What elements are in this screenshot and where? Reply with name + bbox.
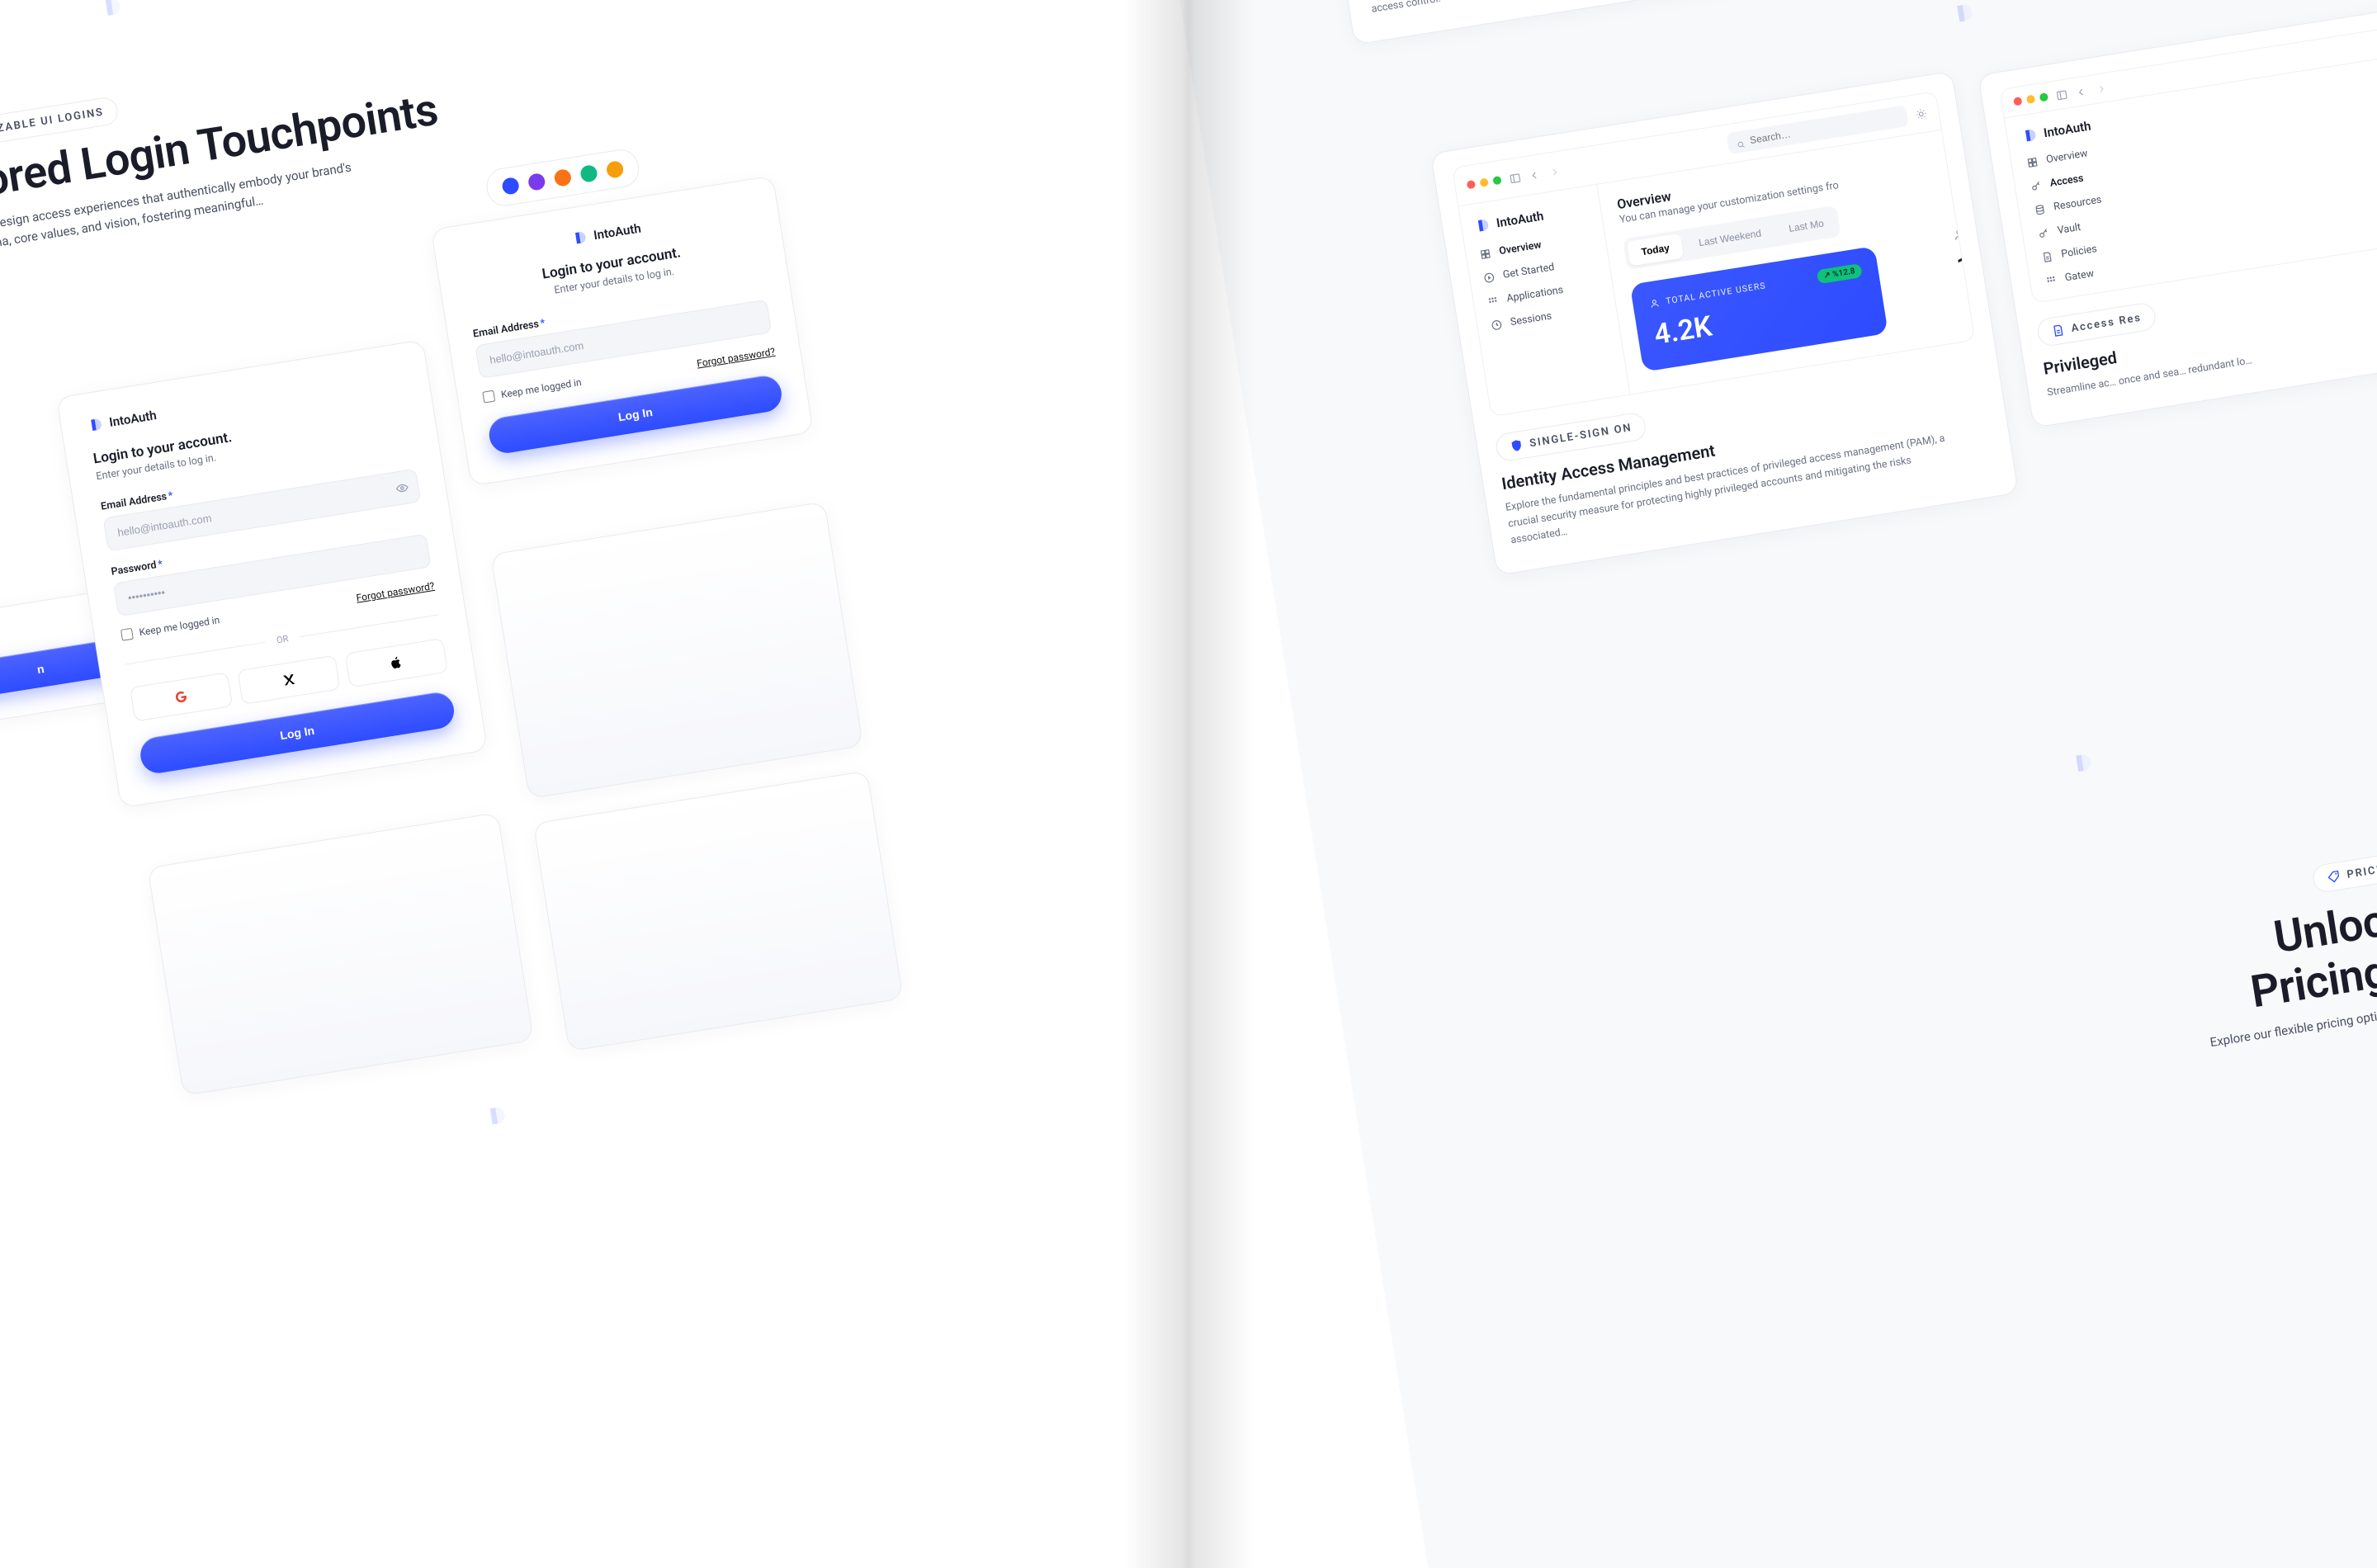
sso-showcase-card: IntoAuth Overview Get Started Applicatio… bbox=[1430, 71, 2019, 576]
pricing-hero: PRICING Unlocking Pricing Plans Explore … bbox=[2076, 813, 2377, 1070]
logo-ghost-icon bbox=[484, 1103, 509, 1128]
keep-logged-checkbox[interactable]: Keep me logged in bbox=[121, 614, 220, 641]
user-icon bbox=[1649, 297, 1661, 309]
apps-icon bbox=[1486, 295, 1500, 308]
social-apple-button[interactable] bbox=[345, 638, 448, 687]
placeholder-card bbox=[147, 812, 534, 1096]
panel-icon[interactable] bbox=[2055, 87, 2068, 101]
swatch-orange[interactable] bbox=[553, 168, 572, 187]
pill-access-res: Access Res bbox=[2035, 301, 2157, 347]
login-card-compact: IntoAuth Login to your account. Enter yo… bbox=[431, 176, 814, 487]
swatch-green[interactable] bbox=[579, 164, 598, 183]
logo-ghost-icon bbox=[100, 0, 125, 19]
search-icon bbox=[1735, 136, 1746, 148]
traffic-lights bbox=[2013, 92, 2049, 106]
swatch-purple[interactable] bbox=[527, 172, 546, 191]
traffic-lights bbox=[1467, 176, 1502, 189]
placeholder-card bbox=[490, 502, 863, 799]
hero-block: CUSTOMIZABLE UI LOGINS Tailored Login To… bbox=[0, 41, 480, 264]
sidebar-item-applications[interactable]: Applications bbox=[1486, 278, 1600, 308]
chevron-left-icon[interactable] bbox=[2075, 85, 2088, 98]
forgot-password-link[interactable]: Forgot password? bbox=[696, 346, 776, 370]
brand-logo-icon bbox=[571, 229, 588, 247]
pill-pricing: PRICING bbox=[2311, 851, 2377, 895]
doc-icon bbox=[2051, 323, 2066, 338]
logo-ghost-icon bbox=[1951, 1, 1976, 26]
tab-last-month[interactable]: Last Mo bbox=[1775, 209, 1837, 243]
social-google-button[interactable] bbox=[130, 672, 233, 721]
shield-icon bbox=[1509, 438, 1524, 453]
brand-logo-icon bbox=[87, 416, 104, 433]
clock-icon bbox=[1490, 318, 1503, 331]
sidebar-item-overview[interactable]: Overview bbox=[1479, 231, 1593, 261]
panel-icon[interactable] bbox=[1509, 171, 1522, 184]
brand-line: IntoAuth bbox=[1474, 201, 1588, 234]
swatch-blue[interactable] bbox=[501, 177, 520, 196]
placeholder-card bbox=[533, 771, 904, 1052]
login-card-full: IntoAuth Login to your account. Enter yo… bbox=[56, 339, 488, 808]
pam-showcase-card: IntoAuth Overview Access Resources Vault… bbox=[1978, 8, 2377, 428]
play-icon bbox=[1482, 271, 1496, 284]
brand-logo-icon bbox=[1474, 217, 1491, 234]
keep-logged-checkbox[interactable]: Keep me logged in bbox=[482, 376, 582, 404]
forgot-password-link[interactable]: Forgot password? bbox=[356, 580, 436, 604]
kpi-badge: ↗ %12.8 bbox=[1816, 263, 1862, 284]
dashboard-preview-2: IntoAuth Overview Access Resources Vault… bbox=[1999, 28, 2377, 304]
sidebar-item-sessions[interactable]: Sessions bbox=[1490, 302, 1604, 332]
chevron-right-icon[interactable] bbox=[2094, 82, 2107, 95]
tab-today[interactable]: Today bbox=[1627, 234, 1685, 267]
chevron-right-icon[interactable] bbox=[1548, 165, 1561, 178]
swatch-amber[interactable] bbox=[606, 160, 625, 179]
partial-user-icon bbox=[1952, 227, 1968, 245]
social-x-button[interactable] bbox=[237, 655, 340, 705]
kpi-active-users: TOTAL ACTIVE USERS ↗ %12.8 4.2K bbox=[1630, 246, 1888, 372]
eye-icon[interactable] bbox=[395, 480, 409, 495]
logo-ghost-icon bbox=[2070, 751, 2095, 776]
grid-icon bbox=[1479, 247, 1492, 260]
tab-last-weekend[interactable]: Last Weekend bbox=[1685, 219, 1774, 257]
chevron-left-icon[interactable] bbox=[1528, 168, 1541, 181]
dashboard-preview: IntoAuth Overview Get Started Applicatio… bbox=[1452, 91, 1976, 417]
sidebar-item-get-started[interactable]: Get Started bbox=[1482, 254, 1596, 284]
kpi-partial-value: 1 bbox=[1954, 251, 1973, 281]
feature-desc: Centralized user provisioning, de-provis… bbox=[1365, 0, 1720, 18]
feature-card-identity: Identity Access Management Centralized u… bbox=[1330, 0, 1746, 45]
left-showcase-panel: Efficiently … centralized provisioning …… bbox=[0, 0, 1430, 1568]
tag-icon bbox=[2327, 869, 2342, 884]
right-showcase-panel: Identity Access Management Centralized u… bbox=[1222, 0, 2377, 1568]
theme-icon[interactable] bbox=[1915, 106, 1928, 120]
